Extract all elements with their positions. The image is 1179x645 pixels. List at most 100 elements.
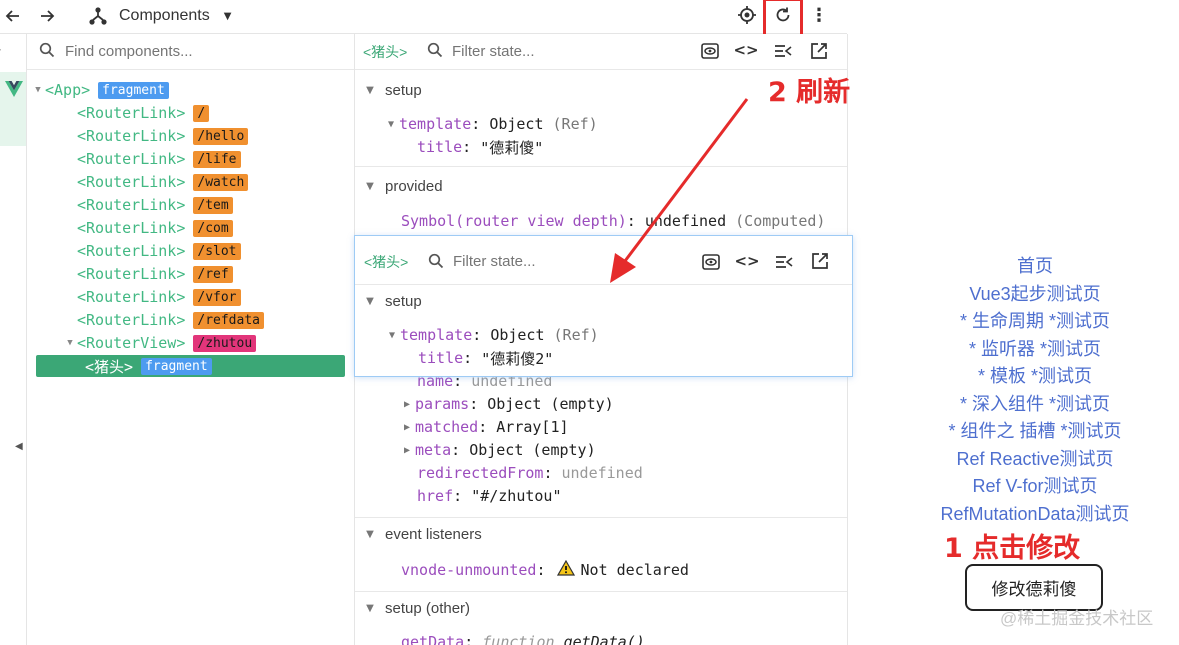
title-row[interactable]: title: "德莉傻" (417, 136, 543, 158)
expand-arrow-icon[interactable]: ▼ (31, 85, 45, 95)
title-key: title (417, 138, 463, 156)
tree-node[interactable]: ▼ <App> fragment (27, 79, 169, 101)
tree-node[interactable]: <RouterLink> /vfor (27, 286, 241, 308)
search-icon (39, 42, 55, 62)
nav-link[interactable]: * 深入组件 *测试页 (890, 390, 1179, 416)
overlay-setup-section-header[interactable]: ▼ setup (355, 290, 422, 312)
tree-node[interactable]: <RouterLink> /slot (27, 240, 241, 262)
tree-node[interactable]: <RouterLink> /refdata (27, 309, 264, 331)
expand-arrow-icon: ▼ (366, 180, 374, 192)
href-value: "#/zhutou" (471, 487, 562, 505)
tree-node[interactable]: <RouterLink> /com (27, 217, 233, 239)
setup-other-section-header[interactable]: ▼ setup (other) (355, 597, 470, 619)
tree-node-badge: /com (193, 219, 233, 237)
redirected-from-key: redirectedFrom (417, 464, 544, 482)
section-divider (355, 591, 847, 592)
template-row[interactable]: ▼ template: Object (Ref) (383, 113, 598, 135)
nav-link[interactable]: Ref V-for测试页 (890, 472, 1179, 498)
tree-node[interactable]: <RouterLink> /watch (27, 171, 249, 193)
updated-title-value: "德莉傻2" (481, 349, 554, 368)
nav-link[interactable]: * 组件之 插槽 *测试页 (890, 417, 1179, 443)
meta-value: Object (empty) (469, 441, 596, 459)
open-in-editor-icon[interactable] (808, 41, 830, 61)
event-listeners-section-header[interactable]: ▼ event listeners (355, 523, 482, 545)
get-data-key: getData (401, 633, 465, 645)
nav-link[interactable]: * 监听器 *测试页 (890, 335, 1179, 361)
list-scroll-icon[interactable] (773, 253, 795, 271)
tree-node-label: <RouterLink> (77, 104, 186, 122)
tree-node[interactable]: <RouterLink> /life (27, 148, 241, 170)
tree-node-badge: /life (193, 150, 241, 168)
nav-link[interactable]: Vue3起步测试页 (890, 280, 1179, 306)
provided-section-header[interactable]: ▼ provided (355, 175, 442, 197)
tree-node[interactable]: ▼ <RouterView> /zhutou (27, 332, 257, 354)
setup-section-header[interactable]: ▼ setup (355, 79, 422, 101)
expand-arrow-icon: ▼ (388, 329, 396, 341)
list-scroll-icon[interactable] (772, 42, 794, 60)
redirected-from-value: undefined (561, 464, 643, 482)
tree-node[interactable]: <RouterLink> /tem (27, 194, 233, 216)
tree-search-bar (27, 34, 354, 70)
forward-arrow-icon[interactable] (36, 4, 58, 28)
tree-node-badge: /vfor (193, 288, 241, 306)
vue-app-tab[interactable] (0, 72, 26, 146)
open-in-editor-icon[interactable] (809, 251, 831, 271)
section-divider (355, 517, 847, 518)
tree-node-label: <RouterLink> (77, 265, 186, 283)
vnode-unmounted-key: vnode-unmounted (401, 561, 537, 579)
vue-logo-icon (5, 81, 23, 97)
get-data-value: getData() (563, 633, 645, 645)
tree-node-label: <猪头> (85, 357, 134, 376)
template-ref-tag: (Ref) (552, 115, 598, 133)
template-value: Object (489, 115, 544, 133)
template-value: Object (490, 326, 545, 344)
components-tab-selector[interactable]: Components ▼ (88, 2, 231, 30)
filter-search-icon (427, 42, 443, 62)
back-arrow-icon[interactable] (2, 4, 24, 28)
components-tree-icon (89, 7, 107, 25)
tree-node[interactable]: <RouterLink> /ref (27, 263, 233, 285)
expand-arrow-icon: ▼ (366, 528, 374, 540)
more-vertical-icon[interactable]: ⋮ (809, 3, 829, 27)
refresh-icon[interactable] (771, 3, 795, 27)
overlay-template-row[interactable]: ▼ template: Object (Ref) (384, 324, 599, 346)
tree-node[interactable]: <RouterLink> /hello (27, 125, 249, 147)
route-href-row[interactable]: href: "#/zhutou" (417, 485, 562, 507)
overlay-title-row[interactable]: title: "德莉傻2" (418, 347, 553, 369)
tree-node-label: <RouterLink> (77, 288, 186, 306)
matched-value: Array[1] (496, 418, 569, 436)
tree-node-badge: /slot (193, 242, 241, 260)
expand-arrow-icon: ▼ (387, 118, 395, 130)
warning-icon (556, 559, 575, 580)
nav-link[interactable]: 首页 (890, 252, 1179, 278)
vnode-unmounted-row[interactable]: vnode-unmounted: Not declared (401, 559, 689, 581)
inspect-target-icon[interactable] (735, 3, 759, 27)
find-components-input[interactable] (65, 40, 335, 62)
filter-search-icon (428, 253, 444, 273)
tree-node-label: <RouterLink> (77, 150, 186, 168)
overlay-setup-label: setup (385, 292, 422, 310)
eye-icon[interactable] (699, 42, 721, 60)
code-icon[interactable]: <> (733, 40, 758, 60)
title-key: title (418, 349, 464, 367)
collapse-arrow-icon[interactable]: › (0, 42, 12, 58)
route-redirected-row[interactable]: redirectedFrom: undefined (417, 462, 643, 484)
nav-link[interactable]: Ref Reactive测试页 (890, 445, 1179, 471)
nav-link[interactable]: * 生命周期 *测试页 (890, 307, 1179, 333)
tree-node-selected[interactable]: <猪头> fragment (36, 355, 345, 377)
nav-link[interactable]: * 模板 *测试页 (890, 362, 1179, 388)
tree-node-badge: /ref (193, 265, 233, 283)
get-data-row[interactable]: getData: function getData() (401, 631, 645, 645)
tree-node-badge: fragment (141, 357, 212, 375)
route-matched-row[interactable]: ▶ matched: Array[1] (399, 416, 569, 438)
tree-node[interactable]: <RouterLink> / (27, 102, 210, 124)
expand-arrow-icon[interactable]: ▼ (63, 338, 77, 348)
route-meta-row[interactable]: ▶ meta: Object (empty) (399, 439, 596, 461)
nav-link[interactable]: RefMutationData测试页 (890, 500, 1179, 526)
expand-left-arrow-icon[interactable]: ◀ (15, 441, 23, 452)
expand-arrow-icon: ▶ (403, 444, 411, 456)
tree-node-badge: /refdata (193, 311, 264, 329)
filter-state-input[interactable] (452, 40, 672, 62)
click-annotation: 1 点击修改 (944, 533, 1081, 564)
route-params-row[interactable]: ▶ params: Object (empty) (399, 393, 614, 415)
